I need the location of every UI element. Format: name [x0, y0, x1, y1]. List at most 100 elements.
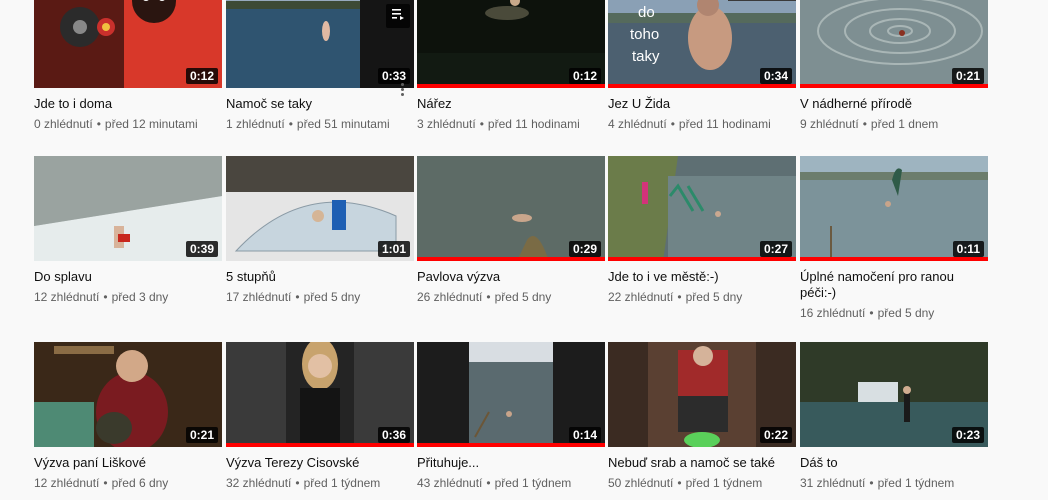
view-count: 26 zhlédnutí [417, 290, 483, 304]
video-title[interactable]: Výzva Terezy Cisovské [226, 455, 401, 471]
upload-age: před 1 týdnem [494, 476, 572, 490]
view-count: 4 zhlédnutí [608, 117, 667, 131]
separator: • [103, 290, 108, 304]
view-count: 1 zhlédnutí [226, 117, 285, 131]
video-title[interactable]: Jez U Žida [608, 96, 783, 112]
view-count: 12 zhlédnutí [34, 290, 100, 304]
video-metadata: 43 zhlédnutí • před 1 týdnem [417, 475, 605, 491]
video-card[interactable]: 0:36 Výzva Terezy Cisovské 32 zhlédnutí • př… [226, 342, 414, 491]
upload-age: před 1 týdnem [303, 476, 381, 490]
video-metadata: 3 zhlédnutí • před 11 hodinami [417, 116, 605, 132]
separator: • [486, 290, 491, 304]
video-thumbnail[interactable]: 0:36 [226, 342, 414, 447]
video-thumbnail[interactable]: 1:01 [226, 156, 414, 261]
video-card[interactable]: 0:27 Jde to i ve městě:-) 22 zhlédnutí • pře… [608, 156, 796, 305]
video-title[interactable]: Do splavu [34, 269, 209, 285]
upload-age: před 5 dny [494, 290, 552, 304]
watch-progress-bar [417, 443, 605, 447]
separator: • [479, 117, 484, 131]
video-card[interactable]: 0:22 Nebuď srab a namoč se také 50 zhlédnu… [608, 342, 796, 491]
separator: • [677, 290, 682, 304]
video-card[interactable]: pojď do toho taky0:34 Jez U Žida 4 zhlédnu… [608, 0, 796, 132]
duration-badge: 0:29 [568, 241, 601, 257]
video-thumbnail[interactable]: 0:21 [34, 342, 222, 447]
add-to-queue-button[interactable] [386, 4, 410, 28]
duration-badge: 0:36 [377, 427, 410, 443]
video-title[interactable]: Výzva paní Liškové [34, 455, 209, 471]
video-metadata: 0 zhlédnutí • před 12 minutami [34, 116, 222, 132]
watch-progress-bar [800, 257, 988, 261]
duration-badge: 0:27 [759, 241, 792, 257]
video-title[interactable]: Přituhuje... [417, 455, 592, 471]
upload-age: před 6 dny [111, 476, 169, 490]
video-card[interactable]: 0:11 Úplné namočení pro ranou péči:-) 16 z… [800, 156, 988, 321]
duration-badge: 0:21 [951, 68, 984, 84]
svg-text:taky: taky [632, 48, 660, 65]
video-title[interactable]: Nářez [417, 96, 592, 112]
video-title[interactable]: Jde to i ve městě:-) [608, 269, 783, 285]
upload-age: před 5 dny [685, 290, 743, 304]
view-count: 0 zhlédnutí [34, 117, 93, 131]
upload-age: před 11 hodinami [678, 117, 771, 131]
video-card[interactable]: 0:12 Jde to i doma 0 zhlédnutí • před 12 min… [34, 0, 222, 132]
view-count: 16 zhlédnutí [800, 306, 866, 320]
view-count: 3 zhlédnutí [417, 117, 476, 131]
video-thumbnail[interactable]: 0:11 [800, 156, 988, 261]
video-thumbnail[interactable]: 0:21 [800, 0, 988, 88]
video-thumbnail[interactable]: 0:12 [34, 0, 222, 88]
video-thumbnail[interactable]: 0:27 [608, 156, 796, 261]
duration-badge: 1:01 [377, 241, 410, 257]
video-title[interactable]: 5 stupňů [226, 269, 401, 285]
video-card[interactable]: 0:23 Dáš to 31 zhlédnutí • před 1 týdnem [800, 342, 988, 491]
video-card[interactable]: 0:21 V nádherné přírodě 9 zhlédnutí • před 1… [800, 0, 988, 132]
video-title[interactable]: Úplné namočení pro ranou péči:-) [800, 269, 975, 301]
video-metadata: 32 zhlédnutí • před 1 týdnem [226, 475, 414, 491]
view-count: 22 zhlédnutí [608, 290, 674, 304]
video-thumbnail[interactable]: 0:39 [34, 156, 222, 261]
video-title[interactable]: Dáš to [800, 455, 975, 471]
svg-text:toho: toho [630, 26, 659, 43]
video-card[interactable]: 0:14 Přituhuje... 43 zhlédnutí • před 1 týdn… [417, 342, 605, 491]
video-card[interactable]: 0:33 Namoč se taky 1 zhlédnutí • před 51 min… [226, 0, 414, 132]
video-title[interactable]: Nebuď srab a namoč se také [608, 455, 783, 471]
video-card[interactable]: 0:29 Pavlova výzva 26 zhlédnutí • před 5 dny [417, 156, 605, 305]
watch-progress-bar [608, 84, 796, 88]
video-card[interactable]: 0:12 Nářez 3 zhlédnutí • před 11 hodinami [417, 0, 605, 132]
duration-badge: 0:39 [185, 241, 218, 257]
upload-age: před 1 týdnem [877, 476, 955, 490]
video-thumbnail[interactable]: 0:22 [608, 342, 796, 447]
video-metadata: 26 zhlédnutí • před 5 dny [417, 289, 605, 305]
video-thumbnail[interactable]: 0:33 [226, 0, 414, 88]
video-card[interactable]: 1:01 5 stupňů 17 zhlédnutí • před 5 dny [226, 156, 414, 305]
video-metadata: 4 zhlédnutí • před 11 hodinami [608, 116, 796, 132]
video-thumbnail[interactable]: 0:23 [800, 342, 988, 447]
video-metadata: 31 zhlédnutí • před 1 týdnem [800, 475, 988, 491]
video-metadata: 9 zhlédnutí • před 1 dnem [800, 116, 988, 132]
upload-age: před 5 dny [877, 306, 935, 320]
separator: • [295, 290, 300, 304]
separator: • [670, 117, 675, 131]
separator: • [96, 117, 101, 131]
watch-progress-bar [417, 84, 605, 88]
video-thumbnail[interactable]: pojď do toho taky0:34 [608, 0, 796, 88]
view-count: 17 zhlédnutí [226, 290, 292, 304]
video-card[interactable]: 0:39 Do splavu 12 zhlédnutí • před 3 dny [34, 156, 222, 305]
upload-age: před 1 dnem [870, 117, 939, 131]
video-title[interactable]: V nádherné přírodě [800, 96, 975, 112]
video-thumbnail[interactable]: 0:12 [417, 0, 605, 88]
video-card[interactable]: 0:21 Výzva paní Liškové 12 zhlédnutí • před … [34, 342, 222, 491]
separator: • [869, 476, 874, 490]
separator: • [677, 476, 682, 490]
add-to-queue-icon [391, 7, 405, 26]
watch-progress-bar [800, 84, 988, 88]
view-count: 43 zhlédnutí [417, 476, 483, 490]
video-metadata: 1 zhlédnutí • před 51 minutami [226, 116, 414, 132]
more-actions-icon[interactable] [396, 80, 408, 98]
video-thumbnail[interactable]: 0:29 [417, 156, 605, 261]
video-thumbnail[interactable]: 0:14 [417, 342, 605, 447]
video-metadata: 22 zhlédnutí • před 5 dny [608, 289, 796, 305]
video-title[interactable]: Pavlova výzva [417, 269, 592, 285]
watch-progress-bar [608, 257, 796, 261]
video-title[interactable]: Jde to i doma [34, 96, 209, 112]
video-title[interactable]: Namoč se taky [226, 96, 401, 112]
